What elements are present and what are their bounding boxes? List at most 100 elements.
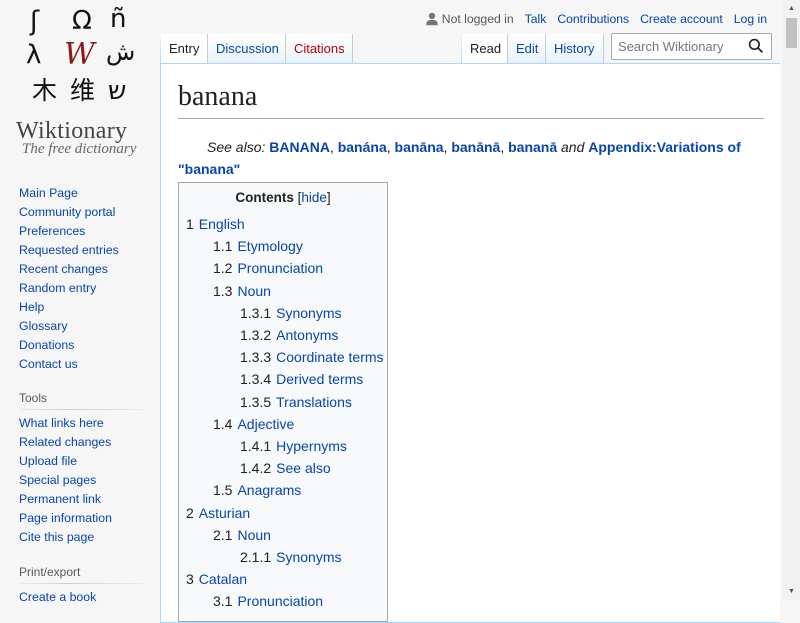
scroll-up-arrow-icon[interactable]: ▲: [783, 0, 800, 17]
tab-discussion[interactable]: Discussion: [208, 34, 286, 64]
toc-number: 1.3.2: [240, 327, 272, 344]
toc-item[interactable]: 1.3.3 Coordinate terms: [186, 346, 384, 368]
toc-link[interactable]: 1.3 Noun: [213, 283, 271, 299]
toc-link[interactable]: 1.3.3 Coordinate terms: [240, 349, 384, 365]
not-logged-in-label: Not logged in: [441, 12, 514, 26]
sidebar-item-what-links-here[interactable]: What links here: [19, 416, 160, 435]
vertical-scrollbar[interactable]: ▲ ▼: [783, 0, 800, 600]
sidebar-item-permanent-link[interactable]: Permanent link: [19, 492, 160, 511]
tab-edit[interactable]: Edit: [508, 34, 546, 64]
sidebar-item-related-changes[interactable]: Related changes: [19, 435, 160, 454]
toc-link[interactable]: 1.4.1 Hypernyms: [240, 438, 347, 454]
toc-item[interactable]: 1.1 Etymology: [186, 235, 380, 257]
user-icon: [426, 12, 438, 26]
sidebar-item-donations[interactable]: Donations: [19, 338, 160, 357]
toc-link[interactable]: 1.4.2 See also: [240, 460, 331, 476]
see-also-link[interactable]: banāna: [395, 139, 444, 155]
toc-item[interactable]: 1.3.1 Synonyms: [186, 302, 380, 324]
sidebar-item-requested-entries[interactable]: Requested entries: [19, 243, 160, 262]
logo-glyph: 木: [32, 76, 58, 105]
toc-text: Synonyms: [276, 304, 342, 321]
sidebar-item-page-information[interactable]: Page information: [19, 511, 160, 530]
toc-link[interactable]: 1.3.4 Derived terms: [240, 371, 363, 387]
logo-glyph: ñ: [110, 4, 127, 34]
scrollbar-thumb[interactable]: [786, 18, 797, 48]
toc-text: Derived terms: [276, 371, 364, 388]
toc-link[interactable]: 2.1.1 Synonyms: [240, 549, 342, 565]
wiktionary-logo[interactable]: ʃ Ω ñ λ W ش 木 维 ש Wiktionary The free di…: [0, 0, 160, 165]
toc-link[interactable]: 1.5 Anagrams: [213, 482, 301, 498]
toc-link[interactable]: 2.1 Noun: [213, 527, 271, 543]
talk-link[interactable]: Talk: [525, 12, 547, 26]
toc-number: 2.1.1: [240, 549, 272, 566]
create-account-link[interactable]: Create account: [640, 12, 723, 26]
toc-item[interactable]: 1.3.4 Derived terms: [186, 368, 380, 390]
toc-link[interactable]: 1.4 Adjective: [213, 416, 294, 432]
tools-heading: Tools: [19, 391, 143, 410]
toc-toggle[interactable]: [hide]: [298, 190, 331, 205]
toc-text: Noun: [237, 526, 271, 543]
see-also-hatnote-cont: "banana": [178, 158, 764, 180]
sidebar-item-community-portal[interactable]: Community portal: [19, 205, 160, 224]
toc-link[interactable]: 1 English: [186, 216, 245, 232]
toc-item[interactable]: 2 Asturian: [186, 502, 380, 524]
toc-text: Catalan: [198, 571, 248, 588]
toc-item[interactable]: 2.1.1 Synonyms: [186, 546, 380, 568]
toc-item[interactable]: 3 Catalan: [186, 568, 380, 590]
see-also-link[interactable]: banānā: [451, 139, 500, 155]
log-in-link[interactable]: Log in: [734, 12, 767, 26]
tab-read[interactable]: Read: [462, 34, 508, 64]
separator: ,: [386, 139, 391, 155]
see-also-link[interactable]: bananā: [508, 139, 557, 155]
toc-item[interactable]: 1.3.5 Translations: [186, 391, 380, 413]
logo-glyph: Ω: [72, 6, 92, 36]
toc-item[interactable]: 3.1 Pronunciation: [186, 590, 380, 612]
sidebar-item-preferences[interactable]: Preferences: [19, 224, 160, 243]
appendix-variations-link-cont[interactable]: "banana": [178, 161, 240, 177]
see-also-link[interactable]: banána: [338, 139, 387, 155]
logo-glyph: ש: [108, 76, 127, 106]
sidebar-item-special-pages[interactable]: Special pages: [19, 473, 160, 492]
tab-citations[interactable]: Citations: [286, 34, 353, 64]
scroll-down-arrow-icon[interactable]: ▼: [783, 583, 800, 600]
sidebar-item-random-entry[interactable]: Random entry: [19, 281, 160, 300]
toc-item[interactable]: 1.4.2 See also: [186, 457, 380, 479]
toc-item[interactable]: 1.4 Adjective: [186, 413, 380, 435]
toc-link[interactable]: 1.2 Pronunciation: [213, 260, 323, 276]
toc-link[interactable]: 1.3.2 Antonyms: [240, 327, 338, 343]
toc-text: Noun: [237, 282, 271, 299]
sidebar-item-cite-this-page[interactable]: Cite this page: [19, 530, 160, 549]
sidebar-item-main-page[interactable]: Main Page: [19, 186, 160, 205]
toc-item[interactable]: 1 English: [186, 213, 380, 235]
search-icon: [748, 38, 764, 54]
toc-link[interactable]: 1.1 Etymology: [213, 238, 303, 254]
tab-entry[interactable]: Entry: [161, 34, 208, 64]
toc-number: 2.1: [213, 526, 233, 543]
see-also-link[interactable]: BANANA: [269, 139, 330, 155]
table-of-contents: Contents [hide] 1 English 1.1 Etymology 1.2 P…: [178, 182, 388, 622]
toc-link[interactable]: 1.3.5 Translations: [240, 394, 352, 410]
toc-link[interactable]: 2 Asturian: [186, 505, 250, 521]
toc-text: Antonyms: [276, 327, 339, 344]
toc-item[interactable]: 2.1 Noun: [186, 524, 380, 546]
toc-number: 1.4.2: [240, 460, 272, 477]
sidebar-item-contact-us[interactable]: Contact us: [19, 357, 160, 376]
toc-item[interactable]: 1.3.2 Antonyms: [186, 324, 380, 346]
toc-link[interactable]: 3.1 Pronunciation: [213, 593, 323, 609]
toc-item[interactable]: 1.3 Noun: [186, 280, 380, 302]
sidebar-item-upload-file[interactable]: Upload file: [19, 454, 160, 473]
appendix-variations-link[interactable]: Appendix:Variations of: [588, 139, 740, 155]
tab-history[interactable]: History: [546, 34, 604, 64]
sidebar-item-help[interactable]: Help: [19, 300, 160, 319]
toc-item[interactable]: 1.4.1 Hypernyms: [186, 435, 380, 457]
toc-text: Synonyms: [276, 549, 342, 566]
toc-link[interactable]: 3 Catalan: [186, 571, 247, 587]
toc-text: Translations: [276, 393, 352, 410]
sidebar-item-glossary[interactable]: Glossary: [19, 319, 160, 338]
sidebar-item-recent-changes[interactable]: Recent changes: [19, 262, 160, 281]
toc-item[interactable]: 1.5 Anagrams: [186, 479, 380, 501]
toc-link[interactable]: 1.3.1 Synonyms: [240, 305, 342, 321]
toc-item[interactable]: 1.2 Pronunciation: [186, 257, 380, 279]
toc-text: Etymology: [237, 238, 303, 255]
contributions-link[interactable]: Contributions: [557, 12, 629, 26]
